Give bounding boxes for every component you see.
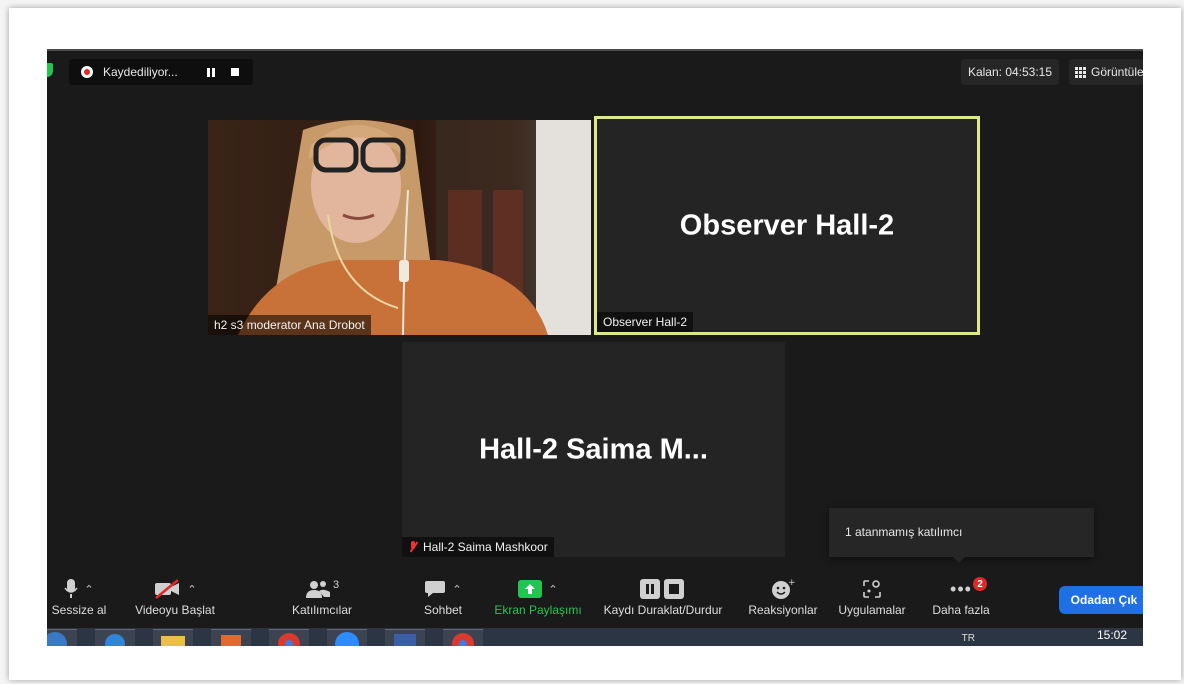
unassigned-participants-tooltip: 1 atanmamış katılımcı: [829, 508, 1094, 563]
pause-recording-icon[interactable]: [207, 67, 215, 77]
participants-count: 3: [332, 579, 340, 591]
record-label: Kaydı Duraklat/Durdur: [603, 603, 723, 617]
share-options-caret-icon[interactable]: ⌃: [548, 583, 557, 596]
moderator-camera-feed: [208, 120, 591, 335]
recording-label: Kaydediliyor...: [103, 65, 178, 79]
svg-text:+: +: [788, 578, 795, 588]
chat-button[interactable]: ⌃ Sohbet: [412, 575, 474, 617]
microphone-icon: [64, 579, 78, 598]
apps-button[interactable]: Uygulamalar: [832, 575, 912, 617]
leave-button[interactable]: Odadan Çık: [1059, 586, 1143, 614]
participants-icon: [305, 581, 330, 598]
pause-stop-recording-icon: [640, 579, 684, 599]
mute-options-caret-icon[interactable]: ⌃: [84, 583, 93, 596]
stop-recording-icon[interactable]: [231, 68, 239, 76]
recording-indicator: Kaydediliyor...: [69, 59, 253, 85]
video-tile-moderator[interactable]: h2 s3 moderator Ana Drobot: [208, 120, 591, 335]
share-screen-button[interactable]: ⌃ Ekran Paylaşımı: [491, 575, 585, 617]
taskbar-clock[interactable]: 15:02: [1097, 628, 1127, 642]
remaining-time: Kalan: 04:53:15: [961, 59, 1059, 85]
reactions-button[interactable]: + Reaksiyonlar: [744, 575, 822, 617]
zoom-app-icon[interactable]: [327, 629, 367, 646]
tooltip-text: 1 atanmamış katılımcı: [845, 525, 963, 539]
share-label: Ekran Paylaşımı: [494, 603, 582, 617]
saima-name: Hall-2 Saima Mashkoor: [423, 540, 548, 554]
meeting-toolbar: ⌃ Sessize al ⌃ Videoyu Başlat 3 Katılımc…: [47, 567, 1143, 629]
reactions-label: Reaksiyonlar: [748, 603, 818, 617]
observer-display-name: Observer Hall-2: [679, 209, 895, 241]
muted-mic-icon: [408, 541, 418, 553]
chrome-icon[interactable]: [269, 629, 309, 646]
grid-view-icon: [1075, 66, 1086, 78]
share-screen-icon: [518, 580, 543, 598]
language-indicator[interactable]: TR: [962, 633, 975, 644]
media-player-icon[interactable]: [211, 629, 251, 646]
video-options-caret-icon[interactable]: ⌃: [187, 583, 196, 596]
mute-button[interactable]: ⌃ Sessize al: [47, 575, 113, 617]
chat-icon: [425, 581, 446, 597]
internet-explorer-icon[interactable]: [95, 629, 135, 646]
top-divider: [47, 49, 1143, 51]
participants-label: Katılımcılar: [291, 603, 352, 617]
zoom-meeting-window: Kaydediliyor... Kalan: 04:53:15 Görüntül…: [47, 49, 1143, 646]
chat-options-caret-icon[interactable]: ⌃: [452, 583, 461, 596]
video-label: Videoyu Başlat: [135, 603, 215, 617]
chrome-icon-2[interactable]: [443, 629, 483, 646]
more-label: Daha fazla: [932, 603, 990, 617]
more-badge: 2: [973, 577, 987, 591]
file-explorer-icon[interactable]: [153, 629, 193, 646]
pause-stop-recording-button[interactable]: Kaydı Duraklat/Durdur: [597, 575, 729, 617]
tile-name-observer: Observer Hall-2: [597, 312, 694, 332]
apps-icon: [863, 580, 881, 598]
start-video-button[interactable]: ⌃ Videoyu Başlat: [129, 575, 221, 617]
view-label: Görüntüle: [1091, 65, 1143, 79]
more-button[interactable]: ••• 2 Daha fazla: [923, 575, 999, 617]
saima-display-name: Hall-2 Saima M...: [479, 433, 708, 465]
video-tile-saima[interactable]: Hall-2 Saima M... Hall-2 Saima Mashkoor: [402, 342, 785, 557]
reactions-icon: +: [772, 578, 795, 599]
word-icon[interactable]: [385, 629, 425, 646]
security-shield-icon[interactable]: [47, 63, 53, 77]
view-button[interactable]: Görüntüle: [1069, 59, 1143, 85]
apps-label: Uygulamalar: [838, 603, 906, 617]
more-dots-icon: •••: [950, 578, 972, 599]
participants-button[interactable]: 3 Katılımcılar: [281, 575, 363, 617]
record-dot-icon: [81, 66, 93, 78]
video-tile-observer[interactable]: Observer Hall-2 Observer Hall-2: [594, 116, 980, 335]
observer-name: Observer Hall-2: [603, 315, 688, 329]
tile-name-moderator: h2 s3 moderator Ana Drobot: [208, 315, 371, 335]
tile-name-saima: Hall-2 Saima Mashkoor: [402, 537, 554, 557]
moderator-name: h2 s3 moderator Ana Drobot: [214, 318, 365, 332]
mute-label: Sessize al: [51, 603, 107, 617]
video-off-icon: [155, 579, 180, 599]
chat-label: Sohbet: [423, 603, 463, 617]
start-button-icon[interactable]: [47, 629, 77, 646]
windows-taskbar: TR 15:02: [47, 628, 1143, 646]
